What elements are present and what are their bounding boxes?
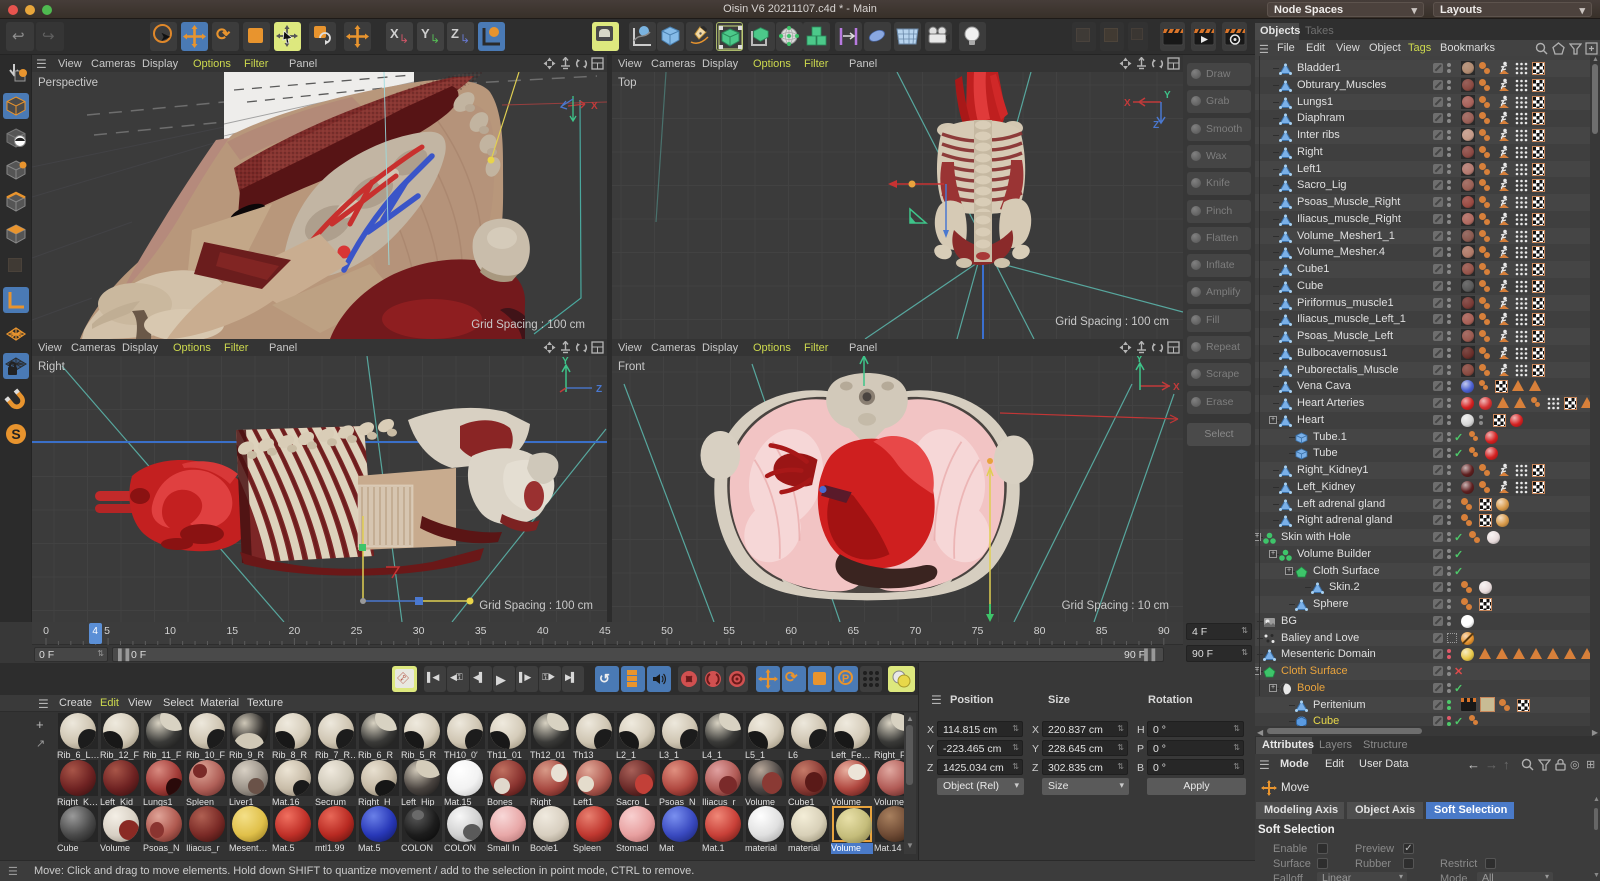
svg-text:X: X — [1173, 382, 1180, 393]
svg-text:Z: Z — [596, 384, 602, 395]
svg-text:Y: Y — [1136, 356, 1143, 365]
svg-text:S: S — [11, 426, 20, 442]
svg-text:Z: Z — [1153, 120, 1159, 131]
svg-text:Y: Y — [562, 356, 569, 367]
svg-text:X: X — [1124, 98, 1131, 109]
svg-text:Y: Y — [1164, 90, 1171, 101]
svg-text:X: X — [591, 101, 598, 112]
